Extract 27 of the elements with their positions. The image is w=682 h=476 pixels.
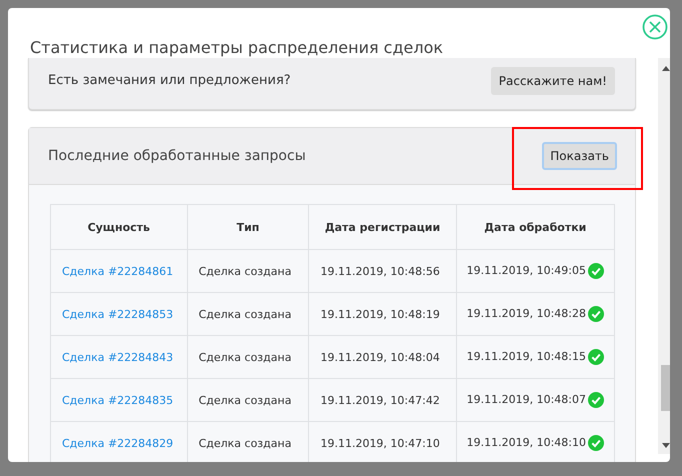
processed-date: 19.11.2019, 10:48:07 bbox=[466, 393, 586, 406]
scroll-down-icon[interactable] bbox=[662, 443, 670, 448]
column-header: Дата регистрации bbox=[308, 204, 456, 250]
processed-date: 19.11.2019, 10:49:05 bbox=[466, 264, 586, 278]
feedback-button[interactable]: Расскажите нам! bbox=[490, 66, 615, 94]
column-header: Тип bbox=[187, 204, 309, 250]
processed-date: 19.11.2019, 10:48:28 bbox=[466, 307, 586, 320]
scroll-up-icon[interactable] bbox=[662, 66, 670, 71]
panel-title: Последние обработанные запросы bbox=[48, 148, 306, 164]
scrollbar[interactable] bbox=[658, 58, 670, 454]
table-cell: 19.11.2019, 10:48:56 bbox=[308, 250, 456, 292]
scrollbar-thumb[interactable] bbox=[661, 365, 670, 411]
processed-date: 19.11.2019, 10:48:10 bbox=[466, 436, 586, 450]
table-cell: Сделка создана bbox=[187, 292, 309, 336]
table-cell: Сделка создана bbox=[187, 378, 309, 422]
table-cell: Сделка создана bbox=[187, 250, 309, 292]
feedback-prompt: Есть замечания или предложения? bbox=[48, 73, 291, 88]
dialog-title: Статистика и параметры распределения сделок bbox=[30, 37, 444, 58]
processed-date: 19.11.2019, 10:48:15 bbox=[466, 350, 586, 364]
table-cell: Сделка создана bbox=[187, 336, 309, 378]
show-button[interactable]: Показать bbox=[542, 142, 617, 170]
table-cell: 19.11.2019, 10:47:42 bbox=[308, 378, 456, 422]
column-header: Дата обработки bbox=[456, 204, 614, 250]
table-cell: 19.11.2019, 10:48:19 bbox=[308, 292, 456, 336]
close-icon[interactable] bbox=[642, 14, 668, 40]
table-cell: 19.11.2019, 10:48:04 bbox=[308, 336, 456, 378]
column-header: Сущность bbox=[50, 204, 188, 250]
